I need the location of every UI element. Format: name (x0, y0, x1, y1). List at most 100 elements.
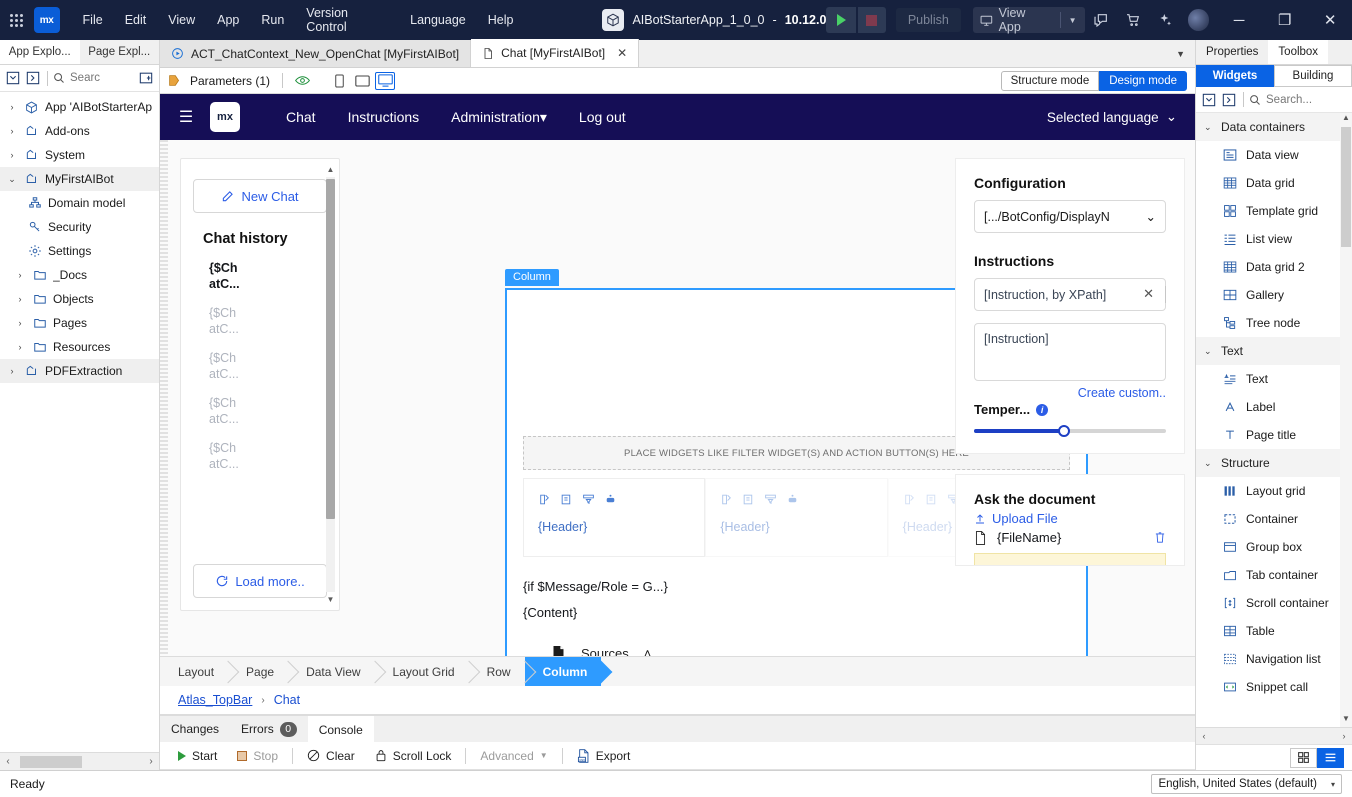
scroll-thumb[interactable] (1341, 127, 1351, 247)
list-item[interactable]: {$ChatC... (209, 395, 339, 427)
canvas-vertical-scrollbar[interactable] (1187, 140, 1195, 656)
desktop-view-icon[interactable] (375, 72, 395, 90)
scroll-down-icon[interactable]: ▼ (325, 595, 336, 604)
instruction-xpath-field[interactable]: [Instruction, by XPath] ✕ (974, 278, 1166, 311)
widget-page-title[interactable]: Page title (1196, 421, 1352, 449)
chevron-down-icon[interactable]: ⌄ (6, 174, 18, 185)
scroll-up-icon[interactable]: ▲ (1340, 113, 1352, 126)
new-chat-button[interactable]: New Chat (193, 179, 327, 213)
scroll-left-icon[interactable]: ‹ (1196, 731, 1212, 741)
load-more-button[interactable]: Load more.. (193, 564, 327, 598)
tree-item-objects[interactable]: › Objects (0, 287, 159, 311)
widget-group-data-containers[interactable]: ⌄ Data containers (1196, 113, 1352, 141)
stop-button[interactable] (858, 7, 886, 33)
nav-item-administration[interactable]: Administration▾ (435, 109, 563, 126)
console-start-button[interactable]: Start (168, 749, 227, 763)
structure-mode-button[interactable]: Structure mode (1001, 71, 1100, 91)
widget-container[interactable]: Container (1196, 505, 1352, 533)
menu-language[interactable]: Language (399, 8, 477, 32)
list-item[interactable]: {$ChatC... (209, 305, 339, 337)
scroll-left-icon[interactable]: ‹ (0, 756, 16, 767)
tree-item-pages[interactable]: › Pages (0, 311, 159, 335)
chevron-down-icon[interactable]: ▼ (1061, 16, 1085, 25)
nav-item-log-out[interactable]: Log out (563, 109, 642, 125)
scroll-up-icon[interactable]: ▲ (325, 165, 336, 174)
eye-icon[interactable] (295, 74, 310, 87)
console-advanced-button[interactable]: Advanced ▼ (470, 749, 557, 763)
assist-sparkle-icon[interactable] (1150, 5, 1180, 35)
widget-navigation-list[interactable]: Navigation list (1196, 645, 1352, 673)
chevron-right-icon[interactable]: › (6, 102, 18, 112)
segment-building-blocks[interactable]: Building (1274, 65, 1352, 87)
chevron-right-icon[interactable]: › (6, 126, 18, 136)
breadcrumb-layout[interactable]: Layout (160, 657, 228, 686)
scroll-thumb[interactable] (326, 179, 335, 519)
list-view-toggle-icon[interactable] (1317, 748, 1344, 768)
tab-app-explorer[interactable]: App Explo... (0, 40, 80, 64)
tab-properties[interactable]: Properties (1196, 40, 1268, 64)
doc-tab-chat-page[interactable]: Chat [MyFirstAIBot] ✕ (471, 39, 639, 67)
tab-errors[interactable]: Errors 0 (230, 716, 308, 742)
language-select[interactable]: English, United States (default) ▾ (1151, 774, 1342, 794)
tree-item-myfirstaibot[interactable]: ⌄ MyFirstAIBot (0, 167, 159, 191)
path-current[interactable]: Chat (274, 693, 300, 707)
expand-all-icon[interactable] (24, 69, 42, 87)
tree-item-security[interactable]: Security (0, 215, 159, 239)
menu-run[interactable]: Run (250, 8, 295, 32)
chevron-down-icon[interactable]: ⌄ (1204, 346, 1214, 357)
widget-snippet-call[interactable]: Snippet call (1196, 673, 1352, 701)
view-app-button[interactable]: View App ▼ (973, 7, 1085, 33)
expand-all-icon[interactable] (1220, 91, 1238, 109)
marketplace-icon[interactable] (1118, 5, 1148, 35)
hamburger-menu-icon[interactable]: ☰ (174, 107, 198, 127)
console-scroll-lock-button[interactable]: Scroll Lock (365, 749, 462, 763)
widget-layout-grid[interactable]: Layout grid (1196, 477, 1352, 505)
grid-view-icon[interactable] (1290, 748, 1317, 768)
chevron-up-icon[interactable]: ˄ (644, 646, 652, 656)
tablet-view-icon[interactable] (352, 72, 372, 90)
app-explorer-hscrollbar[interactable]: ‹ › (0, 752, 159, 770)
tree-item-app[interactable]: › App 'AIBotStarterAp (0, 95, 159, 119)
search-input[interactable]: Searc (53, 72, 135, 84)
temperature-slider[interactable] (974, 429, 1166, 433)
menu-version-control[interactable]: Version Control (295, 1, 399, 39)
tab-page-explorer[interactable]: Page Expl... (80, 40, 160, 64)
publish-button[interactable]: Publish (896, 8, 961, 32)
widget-tab-container[interactable]: Tab container (1196, 561, 1352, 589)
list-item[interactable]: {$ChatC... (209, 260, 339, 292)
widget-data-grid-2[interactable]: Data grid 2 (1196, 253, 1352, 281)
tree-item-domain-model[interactable]: Domain model (0, 191, 159, 215)
widget-table[interactable]: Table (1196, 617, 1352, 645)
chevron-right-icon[interactable]: › (14, 318, 26, 328)
collapse-all-icon[interactable] (4, 69, 22, 87)
maximize-button[interactable]: ❐ (1263, 0, 1307, 40)
breadcrumb-data-view[interactable]: Data View (288, 657, 374, 686)
instruction-xpath-box[interactable]: [Instruction, by XPath] (974, 278, 1166, 311)
sources-section[interactable]: Sources ˄ (551, 645, 1086, 656)
scroll-track[interactable] (16, 756, 143, 768)
toolbox-horizontal-scrollbar[interactable]: ‹ › (1196, 727, 1352, 744)
toolbox-search-input[interactable]: Search... (1249, 94, 1348, 106)
widget-list-view[interactable]: List view (1196, 225, 1352, 253)
menu-file[interactable]: File (72, 8, 114, 32)
doc-tabs-overflow-icon[interactable]: ▼ (1166, 49, 1195, 59)
console-stop-button[interactable]: Stop (227, 749, 288, 763)
run-button[interactable] (826, 7, 856, 33)
design-mode-button[interactable]: Design mode (1099, 71, 1187, 91)
clear-icon[interactable]: ✕ (1143, 286, 1154, 302)
nav-item-chat[interactable]: Chat (270, 109, 332, 125)
instruction-textarea[interactable]: [Instruction] (974, 323, 1166, 381)
widget-tree-node[interactable]: Tree node (1196, 309, 1352, 337)
tree-item-system[interactable]: › System (0, 143, 159, 167)
chevron-right-icon[interactable]: › (6, 366, 18, 376)
app-launcher-button[interactable] (0, 14, 34, 27)
menu-help[interactable]: Help (477, 8, 525, 32)
configuration-select[interactable]: [.../BotConfig/DisplayN ⌄ (974, 200, 1166, 233)
create-custom-link[interactable]: Create custom.. (974, 386, 1166, 400)
chat-history-scrollbar[interactable]: ▲ ▼ (325, 165, 336, 604)
widget-label[interactable]: Label (1196, 393, 1352, 421)
info-icon[interactable]: i (1036, 404, 1048, 416)
widget-data-grid[interactable]: Data grid (1196, 169, 1352, 197)
tab-changes[interactable]: Changes (160, 716, 230, 742)
doc-tab-microflow[interactable]: ACT_ChatContext_New_OpenChat [MyFirstAIB… (160, 40, 471, 67)
